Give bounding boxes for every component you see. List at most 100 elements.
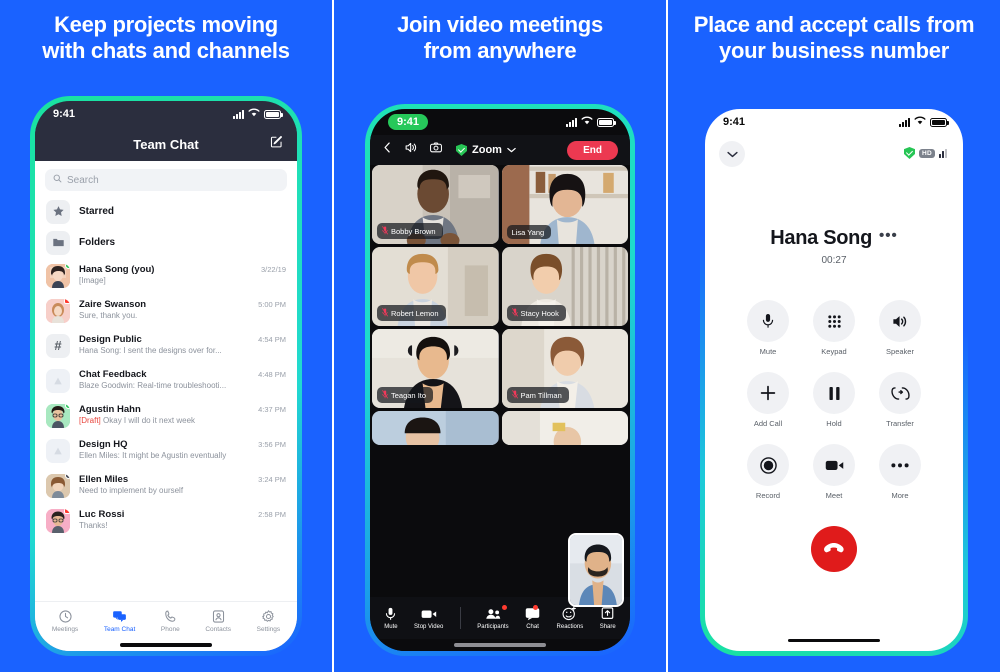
chat-time: 4:54 PM (258, 335, 286, 344)
participant-label: Robert Lemon (377, 305, 446, 321)
control-meet[interactable]: Meet (801, 444, 867, 500)
participant-tile[interactable]: Stacy Hook (501, 247, 628, 326)
compose-icon[interactable] (270, 135, 283, 153)
flip-camera-icon[interactable] (429, 141, 443, 159)
tab-phone[interactable]: Phone (161, 609, 180, 633)
control-add-call[interactable]: Add Call (735, 372, 801, 428)
control-mute[interactable]: Mute (735, 300, 801, 356)
control-speaker[interactable]: Speaker (867, 300, 933, 356)
chat-list[interactable]: Starred Folders Hana Song (you) [Image] … (35, 196, 297, 601)
meeting-brand[interactable]: Zoom (456, 144, 516, 156)
avatar (46, 263, 70, 288)
chevron-left-icon[interactable] (382, 141, 393, 159)
headline-line-2: from anywhere (423, 37, 577, 63)
phone-frame-2: 9:41 Zoom End Bobby Brown Lisa Yang Robe… (365, 104, 635, 656)
list-item[interactable]: Luc Rossi Thanks! 2:58 PM (35, 503, 297, 538)
control-participants[interactable]: Participants (477, 604, 509, 630)
plus-icon (747, 372, 789, 414)
end-meeting-button[interactable]: End (567, 140, 618, 160)
participant-name: Stacy Hook (520, 308, 559, 318)
speaker-icon (879, 300, 921, 342)
chat-time: 4:37 PM (258, 405, 286, 414)
list-item[interactable]: Hana Song (you) [Image] 3/22/19 (35, 258, 297, 293)
control-label: Hold (826, 419, 842, 428)
control-chat[interactable]: Chat (525, 604, 540, 630)
folder-icon (46, 230, 70, 255)
self-view-pip[interactable] (568, 533, 624, 607)
hangup-button[interactable] (811, 526, 857, 572)
control-transfer[interactable]: Transfer (867, 372, 933, 428)
list-item[interactable]: # Design Public Hana Song: I sent the de… (35, 328, 297, 363)
chat-time: 3/22/19 (260, 265, 286, 274)
control-reactions[interactable]: Reactions (557, 606, 583, 630)
list-item[interactable]: Agustin Hahn [Draft] Okay I will do it n… (35, 398, 297, 433)
list-item[interactable]: Design HQ Ellen Miles: It might be Agust… (35, 433, 297, 468)
muted-microphone-icon (382, 389, 389, 401)
team-chat-body: Search Starred Folders Hana Song (you) [… (35, 161, 297, 651)
bottom-tab-bar[interactable]: Meetings Team Chat Phone Contacts Settin… (35, 601, 297, 639)
muted-microphone-icon (382, 225, 389, 237)
sidebar-item-folders[interactable]: Folders (35, 227, 297, 258)
headline-line-2: your business number (719, 37, 949, 63)
status-time: 9:41 (53, 108, 76, 120)
tab-team-chat[interactable]: Team Chat (104, 609, 135, 633)
speaker-icon[interactable] (404, 141, 418, 159)
control-more[interactable]: More (867, 444, 933, 500)
control-record[interactable]: Record (735, 444, 801, 500)
participant-tile[interactable]: Robert Lemon (372, 247, 499, 326)
muted-microphone-icon (511, 389, 518, 401)
list-item[interactable]: Ellen Miles Need to implement by ourself… (35, 468, 297, 503)
control-stop-video[interactable]: Stop Video (414, 607, 443, 630)
tab-contacts[interactable]: Contacts (205, 609, 231, 633)
list-item[interactable]: Chat Feedback Blaze Goodwin: Real-time t… (35, 363, 297, 398)
search-input[interactable]: Search (45, 169, 287, 191)
chevron-down-icon[interactable] (719, 141, 745, 167)
participant-tile[interactable]: Teagan Ito (372, 329, 499, 408)
signal-bars-icon (899, 117, 910, 127)
transfer-icon (879, 372, 921, 414)
control-hold[interactable]: Hold (801, 372, 867, 428)
control-label: Chat (526, 623, 539, 630)
chat-name: Ellen Miles (79, 473, 129, 485)
more-dots-icon (879, 444, 921, 486)
tab-settings[interactable]: Settings (257, 609, 280, 633)
call-status-badges: HD (904, 141, 947, 159)
participant-tile[interactable]: Pam Tillman (501, 329, 628, 408)
participant-name: Robert Lemon (391, 308, 439, 318)
avatar (46, 473, 70, 498)
control-label: Transfer (886, 419, 914, 428)
tab-meetings[interactable]: Meetings (52, 609, 78, 633)
phone-frame-1: 9:41 Team Chat Search Starred Folders Ha… (30, 96, 302, 656)
headline-line-1: Join video meetings (397, 12, 603, 37)
avatar (46, 298, 70, 323)
list-item[interactable]: Zaire Swanson Sure, thank you. 5:00 PM (35, 293, 297, 328)
call-controls-grid[interactable]: Mute Keypad Speaker Add Call Hold Transf… (705, 300, 963, 500)
battery-icon (930, 117, 949, 127)
participant-label: Pam Tillman (506, 387, 569, 403)
chat-name: Zaire Swanson (79, 298, 147, 310)
home-indicator (35, 639, 297, 651)
more-dots-icon[interactable]: ••• (879, 229, 898, 245)
divider (459, 607, 461, 629)
notification-badge (533, 604, 539, 610)
status-time: 9:41 (723, 116, 746, 128)
participant-tile[interactable]: Bobby Brown (372, 165, 499, 244)
participant-tile[interactable] (372, 411, 499, 445)
muted-microphone-icon (382, 307, 389, 319)
control-keypad[interactable]: Keypad (801, 300, 867, 356)
headline-line-1: Keep projects moving (54, 12, 278, 37)
pause-icon (813, 372, 855, 414)
control-share[interactable]: Share (600, 606, 616, 630)
avatar (46, 508, 70, 533)
participant-label: Bobby Brown (377, 223, 443, 239)
channel-icon (46, 368, 70, 393)
participant-tile[interactable] (501, 411, 628, 445)
control-mute[interactable]: Mute (384, 607, 398, 630)
search-placeholder: Search (67, 174, 99, 186)
participant-tile[interactable]: Lisa Yang (501, 165, 628, 244)
microphone-icon (747, 300, 789, 342)
battery-icon (597, 117, 616, 127)
sidebar-item-starred[interactable]: Starred (35, 196, 297, 227)
chat-preview: Hana Song: I sent the designs over for..… (79, 346, 222, 356)
phone-screen-1: 9:41 Team Chat Search Starred Folders Ha… (35, 101, 297, 651)
